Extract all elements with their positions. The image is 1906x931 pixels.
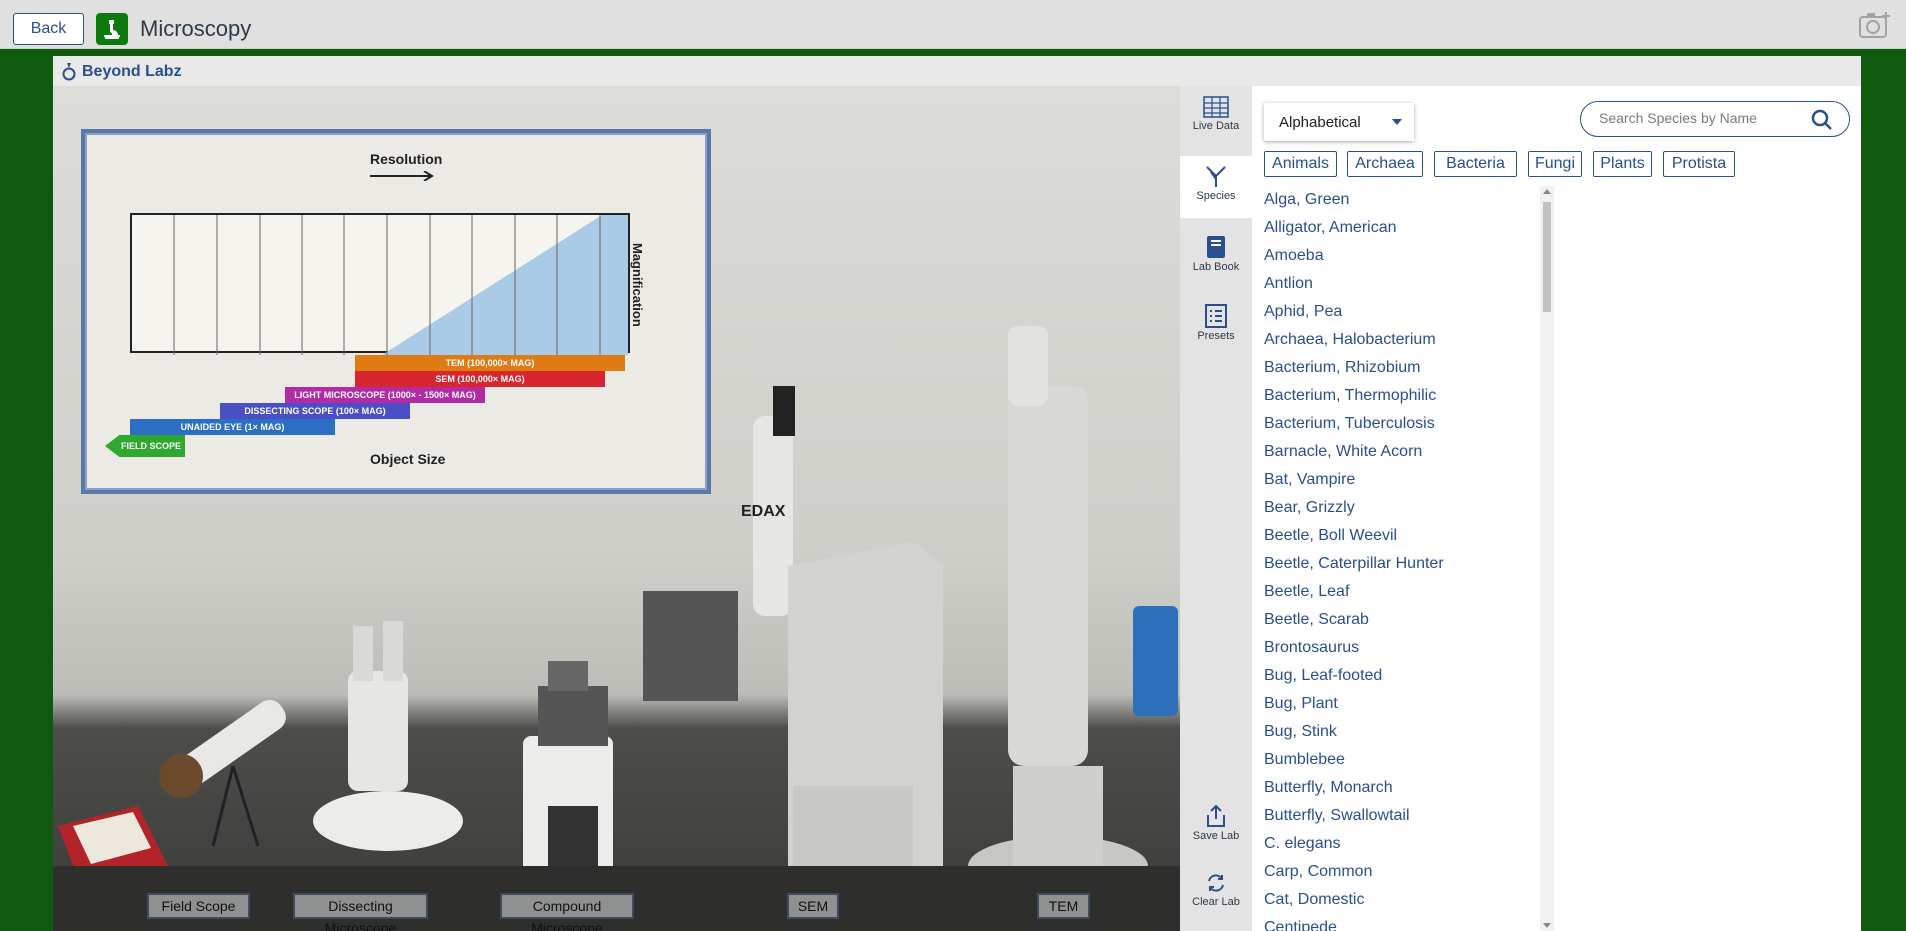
sem-model [643, 386, 943, 876]
filter-chip-plants[interactable]: Plants [1593, 151, 1652, 177]
list-item[interactable]: Beetle, Leaf [1252, 578, 1540, 606]
rail-species[interactable]: Species [1180, 156, 1252, 218]
microscope-app-icon [96, 13, 128, 45]
sem-label[interactable]: SEM [787, 893, 839, 919]
refresh-icon [1208, 874, 1224, 892]
list-item[interactable]: Beetle, Boll Weevil [1252, 522, 1540, 550]
list-item[interactable]: Brontosaurus [1252, 634, 1540, 662]
species-search-box[interactable] [1580, 101, 1850, 137]
species-branch-icon [1206, 166, 1226, 187]
share-upload-icon [1207, 804, 1225, 827]
list-item[interactable]: Barnacle, White Acorn [1252, 438, 1540, 466]
species-search-input[interactable] [1599, 110, 1799, 126]
scrollbar-thumb[interactable] [1543, 202, 1551, 312]
list-item[interactable]: Cat, Domestic [1252, 886, 1540, 914]
list-item[interactable]: Bug, Leaf-footed [1252, 662, 1540, 690]
species-list-scrollbar[interactable] [1540, 186, 1554, 931]
filter-chip-animals[interactable]: Animals [1264, 151, 1337, 177]
list-item[interactable]: Archaea, Halobacterium [1252, 326, 1540, 354]
back-button[interactable]: Back [13, 13, 84, 45]
rail-live-data[interactable]: Live Data [1180, 86, 1252, 148]
lab-frame: Beyond Labz Resolution Magnification TEM… [53, 56, 1861, 931]
lab-equipment-illustration: EDAX [58, 326, 1178, 896]
rail-clear-lab-label: Clear Lab [1192, 896, 1240, 908]
list-item[interactable]: Bacterium, Thermophilic [1252, 382, 1540, 410]
list-item[interactable]: Bacterium, Tuberculosis [1252, 410, 1540, 438]
app-title: Microscopy [140, 16, 252, 41]
search-icon[interactable] [1811, 109, 1833, 131]
camera-icon[interactable] [1858, 10, 1892, 40]
rail-presets[interactable]: Presets [1180, 294, 1252, 356]
species-panel: Alphabetical Animals Archaea Bacteria Fu… [1252, 86, 1861, 931]
rail-lab-book-label: Lab Book [1192, 261, 1240, 273]
list-item[interactable]: Bug, Stink [1252, 718, 1540, 746]
field-scope-model [159, 699, 286, 847]
lab-scene[interactable]: Resolution Magnification TEM (100,000× M… [53, 86, 1180, 931]
table-icon [1203, 96, 1229, 118]
list-item[interactable]: Alga, Green [1252, 186, 1540, 214]
filter-chip-protista[interactable]: Protista [1663, 151, 1735, 177]
list-item[interactable]: Butterfly, Monarch [1252, 774, 1540, 802]
list-item[interactable]: Centipede [1252, 914, 1540, 931]
rail-lab-book[interactable]: Lab Book [1180, 225, 1252, 287]
list-item[interactable]: C. elegans [1252, 830, 1540, 858]
list-item[interactable]: Bacterium, Rhizobium [1252, 354, 1540, 382]
filter-chip-archaea[interactable]: Archaea [1347, 151, 1423, 177]
list-item[interactable]: Bat, Vampire [1252, 466, 1540, 494]
rail-save-lab-label: Save Lab [1192, 830, 1240, 842]
list-item[interactable]: Alligator, American [1252, 214, 1540, 242]
checklist-icon [1205, 304, 1227, 328]
rail-clear-lab[interactable]: Clear Lab [1180, 862, 1252, 924]
scroll-down-arrow-icon[interactable] [1543, 923, 1551, 928]
list-item[interactable]: Antlion [1252, 270, 1540, 298]
list-item[interactable]: Bumblebee [1252, 746, 1540, 774]
rail-live-data-label: Live Data [1192, 120, 1240, 132]
rail-species-label: Species [1196, 190, 1236, 202]
field-scope-label[interactable]: Field Scope [147, 893, 250, 919]
filter-chip-bacteria[interactable]: Bacteria [1434, 151, 1517, 177]
species-list: Alga, Green Alligator, American Amoeba A… [1252, 186, 1540, 931]
list-item[interactable]: Bear, Grizzly [1252, 494, 1540, 522]
list-item[interactable]: Bug, Plant [1252, 690, 1540, 718]
list-item[interactable]: Aphid, Pea [1252, 298, 1540, 326]
rail-presets-label: Presets [1197, 330, 1235, 342]
top-bar: Back Microscopy [0, 0, 1906, 49]
book-icon [1207, 236, 1225, 258]
compound-microscope-label[interactable]: Compound Microscope [500, 893, 634, 931]
compound-microscope-model [523, 661, 613, 886]
tool-rail: Live Data Species Lab Book Presets Save … [1180, 86, 1252, 931]
filter-chip-fungi[interactable]: Fungi [1528, 151, 1582, 177]
scroll-up-arrow-icon[interactable] [1543, 189, 1551, 194]
chevron-down-icon [1392, 119, 1402, 125]
list-item[interactable]: Butterfly, Swallowtail [1252, 802, 1540, 830]
dissecting-microscope-label[interactable]: Dissecting Microscope [293, 893, 428, 931]
tem-label[interactable]: TEM [1037, 893, 1090, 919]
list-item[interactable]: Amoeba [1252, 242, 1540, 270]
tem-model [968, 326, 1178, 896]
list-item[interactable]: Beetle, Scarab [1252, 606, 1540, 634]
list-item[interactable]: Beetle, Caterpillar Hunter [1252, 550, 1540, 578]
beyond-labz-logo-icon [62, 63, 76, 81]
brand-bar: Beyond Labz [53, 56, 1861, 86]
rail-save-lab[interactable]: Save Lab [1180, 794, 1252, 856]
sort-select-value: Alphabetical [1279, 114, 1361, 131]
dissecting-microscope-model [313, 621, 463, 851]
list-item[interactable]: Carp, Common [1252, 858, 1540, 886]
edax-label: EDAX [741, 503, 786, 520]
brand-name: Beyond Labz [82, 63, 182, 80]
sort-select[interactable]: Alphabetical [1264, 103, 1414, 141]
